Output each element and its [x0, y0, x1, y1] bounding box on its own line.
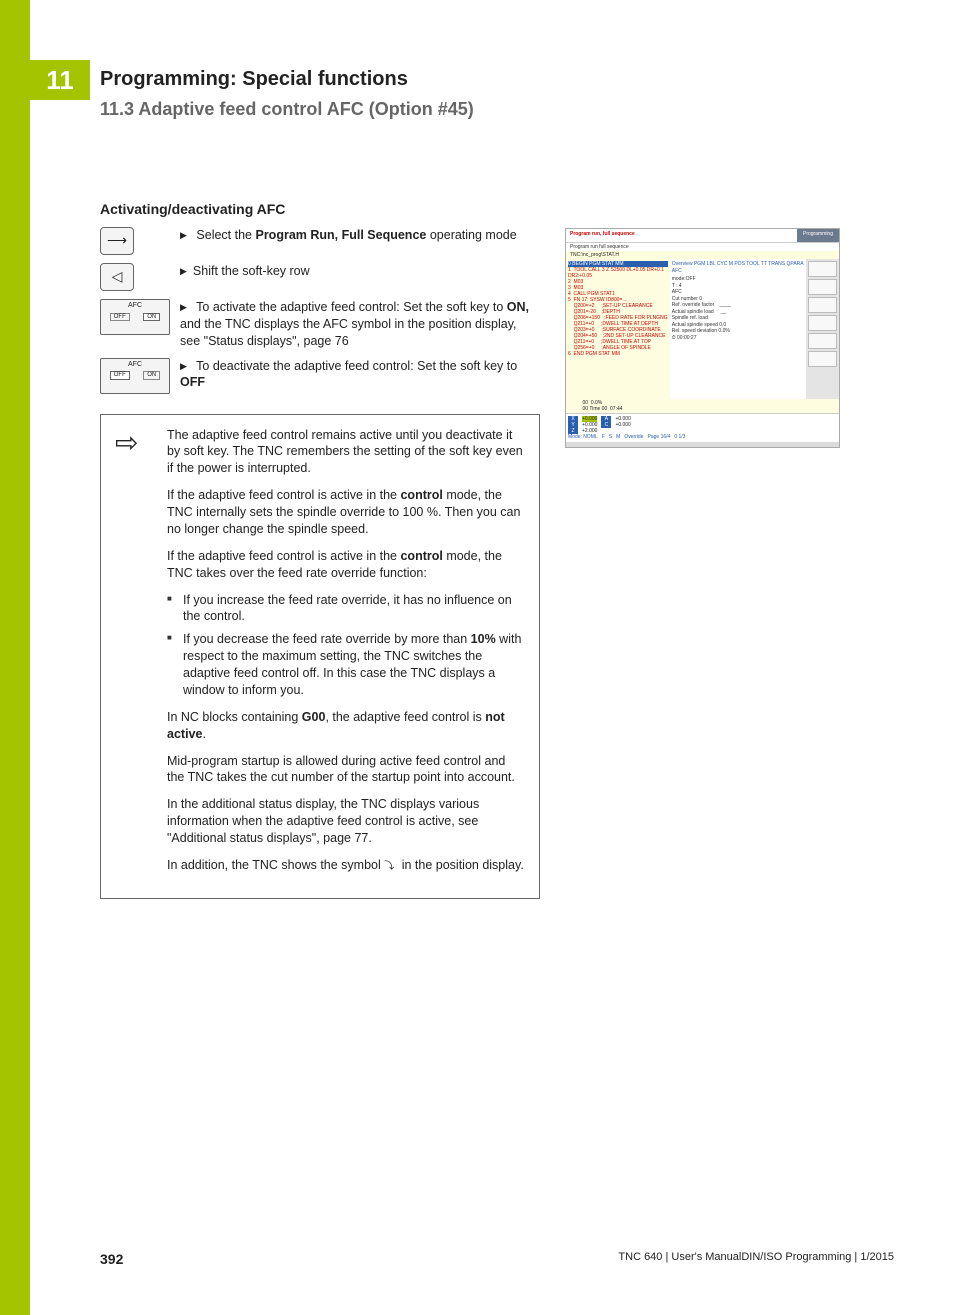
sc-time-rows: 00 0.0% 00 Time 00 07:44	[566, 399, 839, 413]
chapter-title: Programming: Special functions	[100, 68, 894, 91]
afc-softkey-off-icon: AFC OFF ON	[100, 358, 170, 394]
afc-on-softkey-icon: AFC OFF ON	[100, 299, 180, 335]
off-label: OFF	[110, 313, 130, 322]
bold: G00	[302, 710, 326, 724]
text: Select the	[196, 228, 255, 242]
tnc-screenshot: Program run, full sequence Programming P…	[565, 228, 840, 448]
chapter-number-tab: 11	[30, 60, 90, 100]
list-item: If you increase the feed rate override, …	[167, 592, 525, 626]
sc-m: M	[616, 434, 620, 440]
sc-ovr: Override	[624, 434, 643, 440]
page-accent-bar	[0, 0, 30, 1315]
text: in the position display.	[398, 858, 524, 872]
sc-titlebar: Program run, full sequence Programming	[566, 229, 839, 243]
note-paragraph: If the adaptive feed control is active i…	[167, 487, 525, 538]
text: In addition, the TNC shows the symbol	[167, 858, 384, 872]
on-label: ON	[143, 371, 160, 380]
note-arrow-icon: ⇨	[115, 427, 155, 884]
sc-frac: 0 1/3	[674, 434, 685, 440]
step-text: Select the Program Run, Full Sequence op…	[180, 227, 540, 244]
sc-side-btn	[808, 261, 837, 277]
list-item: If you decrease the feed rate override b…	[167, 631, 525, 699]
note-box: ⇨ The adaptive feed control remains acti…	[100, 414, 540, 899]
bold: control	[400, 549, 442, 563]
sc-mode-status: Mode: NOML	[568, 434, 598, 440]
sc-side-btn	[808, 333, 837, 349]
bold: ON,	[507, 300, 529, 314]
sc-info-tabs: Overview PGM LBL CYC M POS TOOL TT TRANS…	[672, 261, 805, 274]
sc-position-display: X+0.000 A+0.000 Y+0.000 C+0.000 Z+2.000 …	[566, 413, 839, 442]
sc-mode-title: Program run, full sequence	[566, 229, 797, 242]
bold: OFF	[180, 375, 205, 389]
step-row: AFC OFF ON To activate the adaptive feed…	[100, 299, 540, 350]
subheading: Activating/deactivating AFC	[100, 200, 540, 219]
sc-secondary-title: Programming	[797, 229, 839, 242]
step-text: To activate the adaptive feed control: S…	[180, 299, 540, 350]
shift-softkey-icon: ◁	[100, 263, 180, 291]
afc-label: AFC	[128, 361, 142, 368]
text: To activate the adaptive feed control: S…	[196, 300, 507, 314]
mode-select-icon: ⟶	[100, 227, 180, 255]
text: and the TNC displays the AFC symbol in t…	[180, 317, 517, 348]
sc-side-btn	[808, 297, 837, 313]
step-row: ◁ Shift the soft-key row	[100, 263, 540, 291]
step-row: ⟶ Select the Program Run, Full Sequence …	[100, 227, 540, 255]
sc-info-lines: mode:OFF T : 4 AFC Cut number 0 Ref. ove…	[672, 276, 805, 341]
step-text: Shift the soft-key row	[180, 263, 540, 280]
bold: Program Run, Full Sequence	[255, 228, 426, 242]
bold: control	[400, 488, 442, 502]
text: If you decrease the feed rate override b…	[183, 632, 471, 646]
text: In NC blocks containing	[167, 710, 302, 724]
section-title: 11.3 Adaptive feed control AFC (Option #…	[100, 99, 894, 120]
sc-side-buttons	[806, 259, 839, 399]
note-paragraph: In NC blocks containing G00, the adaptiv…	[167, 709, 525, 743]
note-body: The adaptive feed control remains active…	[167, 427, 525, 884]
sc-f: F	[602, 434, 605, 440]
step-row: AFC OFF ON To deactivate the adaptive fe…	[100, 358, 540, 394]
sc-columns: 0 BEGIN PGM STAT MM 1 TOOL CALL 3 Z S250…	[566, 259, 839, 399]
on-label: ON	[143, 313, 160, 322]
text: To deactivate the adaptive feed control:…	[196, 359, 517, 373]
note-paragraph: In addition, the TNC shows the symbol in…	[167, 857, 525, 874]
afc-softkey-on-icon: AFC OFF ON	[100, 299, 170, 335]
sc-page: Page 16/4	[648, 434, 671, 440]
sc-program-path: TNC:\nc_prog\STAT.H	[566, 251, 839, 259]
sc-side-btn	[808, 279, 837, 295]
note-list: If you increase the feed rate override, …	[167, 592, 525, 699]
bold: 10%	[471, 632, 496, 646]
sc-axis-c: C	[601, 422, 611, 428]
text: .	[202, 727, 205, 741]
sc-program-listing: 0 BEGIN PGM STAT MM 1 TOOL CALL 3 Z S250…	[566, 259, 670, 399]
program-run-icon: ⟶	[100, 227, 134, 255]
sc-info-panel: Overview PGM LBL CYC M POS TOOL TT TRANS…	[670, 259, 807, 399]
footer-doc-info: TNC 640 | User's ManualDIN/ISO Programmi…	[618, 1251, 894, 1267]
note-paragraph: The adaptive feed control remains active…	[167, 427, 525, 478]
sc-pos-c: +0.000	[615, 422, 630, 428]
main-content: Activating/deactivating AFC ⟶ Select the…	[100, 200, 540, 899]
sc-s: S	[609, 434, 612, 440]
text: If the adaptive feed control is active i…	[167, 488, 400, 502]
page-footer: 392 TNC 640 | User's ManualDIN/ISO Progr…	[100, 1251, 894, 1267]
text: If the adaptive feed control is active i…	[167, 549, 400, 563]
sc-softkey-row: TOOL MANAGEMENT AFC SETTINGS AFC OFF ON	[566, 442, 839, 448]
note-paragraph: Mid-program startup is allowed during ac…	[167, 753, 525, 787]
note-paragraph: In the additional status display, the TN…	[167, 796, 525, 847]
triangle-left-icon: ◁	[100, 263, 134, 291]
sc-side-btn	[808, 315, 837, 331]
afc-symbol-icon	[384, 860, 398, 872]
text: operating mode	[426, 228, 516, 242]
afc-label: AFC	[128, 302, 142, 309]
off-label: OFF	[110, 371, 130, 380]
afc-off-softkey-icon: AFC OFF ON	[100, 358, 180, 394]
step-text: To deactivate the adaptive feed control:…	[180, 358, 540, 392]
sc-program-lines: 1 TOOL CALL 3 Z S2500 DL+0.05 DR+0.1 DR2…	[568, 267, 668, 357]
page-header: Programming: Special functions 11.3 Adap…	[100, 68, 894, 120]
note-paragraph: If the adaptive feed control is active i…	[167, 548, 525, 582]
sc-subtitle: Program run full sequence	[566, 243, 839, 251]
page-number: 392	[100, 1251, 123, 1267]
text: , the adaptive feed control is	[325, 710, 485, 724]
sc-side-btn	[808, 351, 837, 367]
